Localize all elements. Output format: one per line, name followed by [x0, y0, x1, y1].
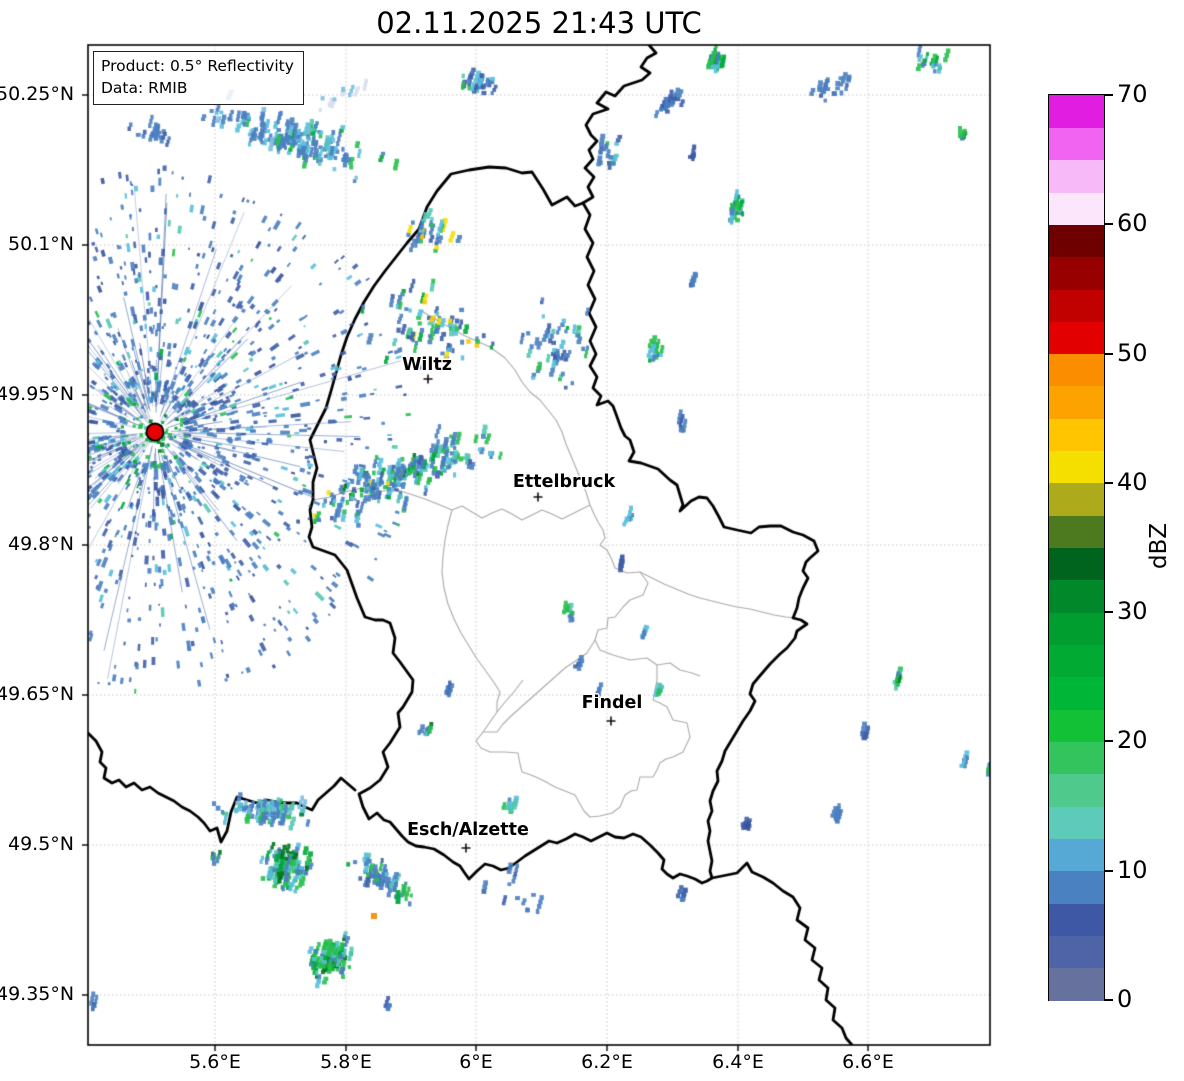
colorbar-band [1049, 127, 1104, 161]
colorbar-tick-label: 0 [1117, 985, 1133, 1013]
colorbar-band [1049, 709, 1104, 742]
colorbar-band [1049, 256, 1104, 290]
lon-tick-label: 6.4°E [712, 1051, 764, 1073]
lat-tick-text: 50.1°N [8, 233, 75, 255]
colorbar-tick-label: 60 [1117, 209, 1148, 238]
colorbar-tickmark [1105, 481, 1113, 484]
colorbar-band [1049, 159, 1104, 193]
colorbar-band [1049, 418, 1104, 452]
colorbar-tickmark [1105, 999, 1113, 1001]
colorbar-band [1049, 191, 1104, 225]
colorbar-band [1049, 806, 1104, 839]
plot-title: 02.11.2025 21:43 UTC [376, 6, 702, 40]
lon-tick-label: 6.2°E [581, 1051, 633, 1073]
colorbar-tickmark [1105, 223, 1113, 226]
lat-tick-text: 49.8°N [8, 533, 75, 555]
city-label-eschalzette: Esch/Alzette [407, 820, 529, 840]
colorbar-band [1049, 967, 1104, 1001]
colorbar-band [1049, 547, 1104, 581]
colorbar-tick-label: 50 [1117, 338, 1148, 367]
radar-map-canvas [0, 0, 1184, 1081]
colorbar-band [1049, 515, 1104, 549]
colorbar-band [1049, 482, 1104, 516]
colorbar [1048, 94, 1105, 1001]
lat-tick-text: 49.65°N [0, 683, 75, 705]
product-info-line2: Data: RMIB [101, 79, 188, 97]
colorbar-band [1049, 579, 1104, 613]
colorbar-band [1049, 353, 1104, 387]
product-info-box: Product: 0.5° Reflectivity Data: RMIB [93, 51, 304, 105]
colorbar-band [1049, 288, 1104, 322]
city-label-ettelbruck: Ettelbruck [512, 472, 616, 492]
lat-tick-text: 49.5°N [8, 833, 75, 855]
colorbar-band [1049, 741, 1104, 775]
lon-tick-label: 5.8°E [320, 1051, 372, 1073]
colorbar-tickmark [1105, 869, 1113, 872]
product-info-line1: Product: 0.5° Reflectivity [101, 57, 294, 75]
colorbar-band [1049, 321, 1104, 355]
colorbar-band [1049, 773, 1104, 807]
colorbar-band [1049, 224, 1104, 258]
lon-tick-label: 6.6°E [842, 1051, 894, 1073]
lon-tick-label: 6°E [459, 1051, 493, 1073]
colorbar-band [1049, 676, 1104, 710]
radar-figure: { "title": "02.11.2025 21:43 UTC", "info… [0, 0, 1184, 1081]
colorbar-axis-label: dBZ [1146, 522, 1172, 570]
colorbar-tickmark [1105, 611, 1113, 614]
colorbar-band [1049, 838, 1104, 872]
colorbar-tick-label: 20 [1117, 726, 1148, 755]
colorbar-tickmark [1105, 740, 1113, 743]
colorbar-band [1049, 644, 1104, 678]
colorbar-tick-label: 10 [1117, 855, 1148, 884]
colorbar-tick-label: 30 [1117, 597, 1148, 626]
colorbar-band [1049, 870, 1104, 904]
colorbar-tickmark [1105, 94, 1113, 96]
colorbar-band [1049, 903, 1104, 936]
lat-tick-text: 49.95°N [0, 383, 75, 405]
colorbar-band [1049, 612, 1104, 646]
lat-tick-text: 50.25°N [0, 83, 75, 105]
city-label-findel: Findel [581, 693, 643, 713]
lon-tick-label: 5.6°E [189, 1051, 241, 1073]
colorbar-tick-label: 40 [1117, 467, 1148, 496]
colorbar-band [1049, 450, 1104, 484]
city-label-wiltz: Wiltz [402, 355, 452, 375]
colorbar-band [1049, 385, 1104, 419]
colorbar-band [1049, 935, 1104, 969]
colorbar-tickmark [1105, 352, 1113, 355]
colorbar-tick-label: 70 [1117, 80, 1148, 108]
lat-tick-text: 49.35°N [0, 983, 75, 1005]
colorbar-band [1049, 95, 1104, 128]
